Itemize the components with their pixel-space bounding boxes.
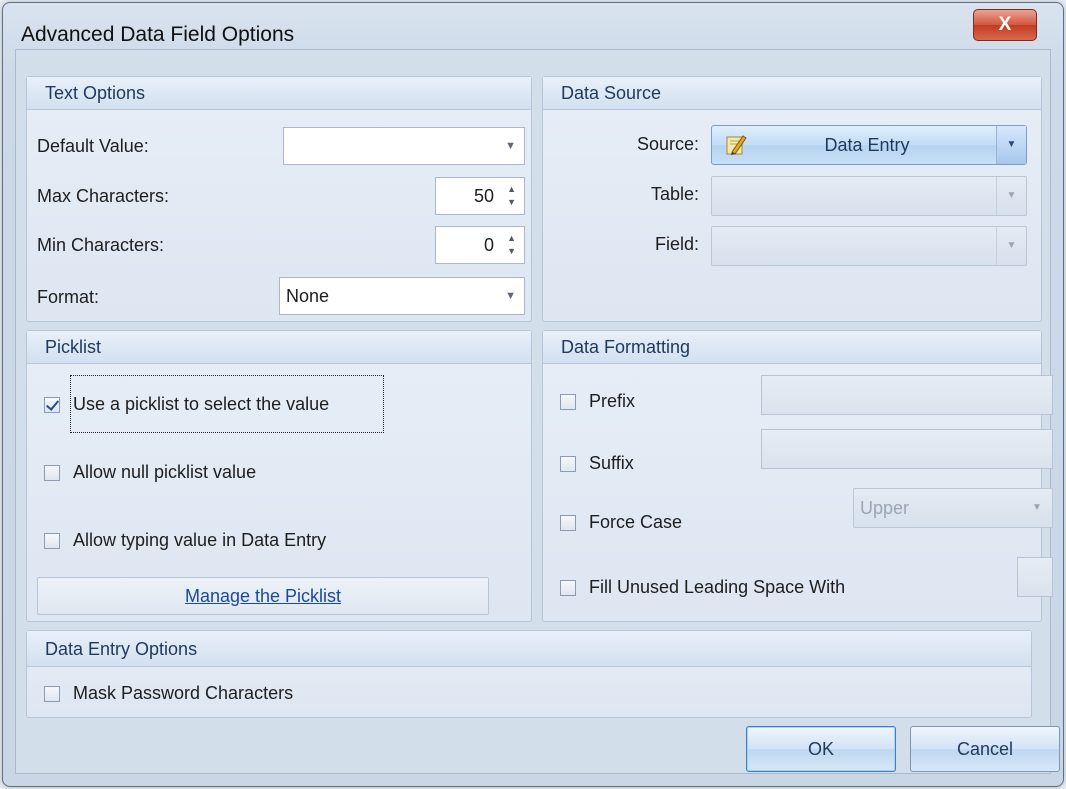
- cancel-button[interactable]: Cancel: [910, 726, 1060, 772]
- force-case-combo[interactable]: Upper ▼: [853, 488, 1053, 528]
- max-characters-spinner[interactable]: 50 ▲ ▼: [435, 177, 525, 215]
- chevron-up-icon[interactable]: ▲: [507, 233, 516, 243]
- table-combo[interactable]: ▼: [711, 176, 1027, 216]
- min-characters-spinner[interactable]: 0 ▲ ▼: [435, 226, 525, 264]
- text-options-header: Text Options: [27, 77, 531, 110]
- max-characters-value: 50: [473, 186, 494, 206]
- use-picklist-checkbox[interactable]: [44, 397, 60, 413]
- picklist-group: Picklist Use a picklist to select the va…: [26, 330, 532, 622]
- fill-unused-checkbox[interactable]: [560, 580, 576, 596]
- max-characters-label: Max Characters:: [37, 186, 170, 206]
- min-characters-label: Min Characters:: [37, 235, 165, 255]
- allow-null-checkbox[interactable]: [44, 465, 60, 481]
- chevron-down-icon[interactable]: ▼: [996, 126, 1026, 164]
- allow-typing-label[interactable]: Allow typing value in Data Entry: [73, 530, 326, 551]
- prefix-label[interactable]: Prefix: [589, 391, 635, 412]
- manage-picklist-button[interactable]: Manage the Picklist: [37, 577, 489, 615]
- chevron-down-icon[interactable]: ▼: [505, 128, 516, 164]
- field-label: Field:: [654, 234, 699, 254]
- allow-null-label[interactable]: Allow null picklist value: [73, 462, 256, 483]
- source-combo[interactable]: Data Entry ▼: [711, 125, 1027, 165]
- chevron-down-icon[interactable]: ▼: [505, 278, 516, 314]
- source-label: Source:: [636, 134, 699, 154]
- ok-button[interactable]: OK: [746, 726, 896, 772]
- field-combo[interactable]: ▼: [711, 226, 1027, 266]
- data-entry-options-group: Data Entry Options Mask Password Charact…: [26, 630, 1032, 718]
- default-value-label: Default Value:: [37, 136, 149, 156]
- chevron-down-icon[interactable]: ▼: [507, 197, 516, 207]
- data-source-header: Data Source: [543, 77, 1041, 110]
- suffix-checkbox[interactable]: [560, 456, 576, 472]
- suffix-input[interactable]: [761, 429, 1053, 469]
- chevron-down-icon: ▼: [996, 177, 1026, 215]
- chevron-down-icon: ▼: [1032, 502, 1042, 513]
- picklist-header: Picklist: [27, 331, 531, 364]
- close-button[interactable]: X: [973, 9, 1037, 41]
- format-label: Format:: [37, 287, 100, 307]
- window-title: Advanced Data Field Options: [21, 23, 295, 46]
- chevron-down-icon[interactable]: ▼: [507, 246, 516, 256]
- mask-password-checkbox[interactable]: [44, 686, 60, 702]
- chevron-down-icon: ▼: [996, 227, 1026, 265]
- format-value: None: [286, 286, 330, 306]
- table-label: Table:: [650, 184, 699, 204]
- fill-character-input[interactable]: [1017, 557, 1053, 597]
- default-value-combo[interactable]: ▼: [283, 127, 525, 165]
- dialog-body: Text Options Default Value: ▼ Max Charac…: [15, 49, 1060, 774]
- mask-password-label[interactable]: Mask Password Characters: [73, 683, 293, 704]
- data-formatting-header: Data Formatting: [543, 331, 1041, 364]
- suffix-label[interactable]: Suffix: [589, 453, 634, 474]
- fill-unused-label[interactable]: Fill Unused Leading Space With: [589, 577, 845, 598]
- text-options-group: Text Options Default Value: ▼ Max Charac…: [26, 76, 532, 322]
- use-picklist-label[interactable]: Use a picklist to select the value: [73, 394, 329, 415]
- data-source-group: Data Source Source: Data Entry ▼ Table: …: [542, 76, 1042, 322]
- force-case-label[interactable]: Force Case: [589, 512, 682, 533]
- prefix-checkbox[interactable]: [560, 394, 576, 410]
- source-value: Data Entry: [824, 135, 910, 155]
- close-icon: X: [998, 14, 1012, 35]
- data-entry-options-header: Data Entry Options: [27, 631, 1031, 667]
- prefix-input[interactable]: [761, 375, 1053, 415]
- force-case-checkbox[interactable]: [560, 515, 576, 531]
- chevron-up-icon[interactable]: ▲: [507, 184, 516, 194]
- min-characters-value: 0: [483, 235, 494, 255]
- format-combo[interactable]: None ▼: [279, 277, 525, 315]
- data-formatting-group: Data Formatting Prefix Suffix Force Case…: [542, 330, 1053, 622]
- allow-typing-checkbox[interactable]: [44, 533, 60, 549]
- force-case-value: Upper: [860, 498, 910, 518]
- dialog-window: Advanced Data Field Options X Text Optio…: [2, 2, 1064, 787]
